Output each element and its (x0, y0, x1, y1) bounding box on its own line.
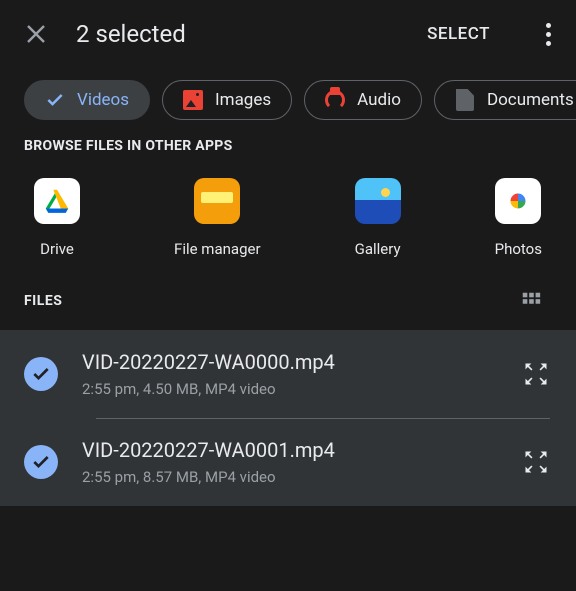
document-icon (455, 90, 475, 110)
close-icon[interactable] (24, 22, 48, 46)
selected-check-icon (24, 445, 58, 479)
app-gallery[interactable]: Gallery (355, 178, 401, 258)
selected-check-icon (24, 357, 58, 391)
file-row[interactable]: VID-20220227-WA0001.mp4 2:55 pm, 8.57 MB… (0, 418, 576, 506)
audio-icon (325, 90, 345, 110)
chip-documents[interactable]: Documents (434, 80, 576, 120)
file-manager-icon (194, 178, 240, 224)
file-list: VID-20220227-WA0000.mp4 2:55 pm, 4.50 MB… (0, 330, 576, 506)
chip-label: Videos (77, 90, 129, 110)
chip-label: Images (215, 90, 271, 110)
files-header: FILES (0, 286, 576, 330)
file-info: VID-20220227-WA0000.mp4 2:55 pm, 4.50 MB… (82, 350, 498, 398)
chip-images[interactable]: Images (162, 80, 292, 120)
app-label: Drive (40, 240, 74, 258)
browse-apps-section-label: BROWSE FILES IN OTHER APPS (0, 138, 576, 154)
filter-chips-row: Videos Images Audio Documents (0, 68, 576, 138)
check-icon (45, 90, 65, 110)
top-bar: 2 selected SELECT (0, 0, 576, 68)
file-meta: 2:55 pm, 4.50 MB, MP4 video (82, 380, 498, 398)
app-label: File manager (174, 240, 260, 258)
chip-audio[interactable]: Audio (304, 80, 422, 120)
expand-icon[interactable] (522, 360, 550, 388)
selection-title: 2 selected (76, 20, 399, 48)
file-name: VID-20220227-WA0000.mp4 (82, 350, 498, 374)
expand-icon[interactable] (522, 448, 550, 476)
file-row[interactable]: VID-20220227-WA0000.mp4 2:55 pm, 4.50 MB… (0, 330, 576, 418)
app-label: Photos (495, 240, 542, 258)
file-name: VID-20220227-WA0001.mp4 (82, 438, 498, 462)
files-section-label: FILES (24, 293, 62, 309)
app-drive[interactable]: Drive (34, 178, 80, 258)
app-file-manager[interactable]: File manager (174, 178, 260, 258)
more-menu-icon[interactable] (536, 23, 560, 46)
drive-icon (34, 178, 80, 224)
apps-row: Drive File manager Gallery Photos (0, 154, 576, 286)
gallery-icon (355, 178, 401, 224)
app-photos[interactable]: Photos (495, 178, 542, 258)
photos-icon (495, 178, 541, 224)
select-button[interactable]: SELECT (427, 24, 490, 44)
chip-label: Audio (357, 90, 401, 110)
app-label: Gallery (355, 240, 401, 258)
file-meta: 2:55 pm, 8.57 MB, MP4 video (82, 468, 498, 486)
image-icon (183, 90, 203, 110)
file-info: VID-20220227-WA0001.mp4 2:55 pm, 8.57 MB… (82, 438, 498, 486)
grid-view-toggle-icon[interactable] (520, 290, 542, 312)
chip-label: Documents (487, 90, 574, 110)
chip-videos[interactable]: Videos (24, 80, 150, 120)
